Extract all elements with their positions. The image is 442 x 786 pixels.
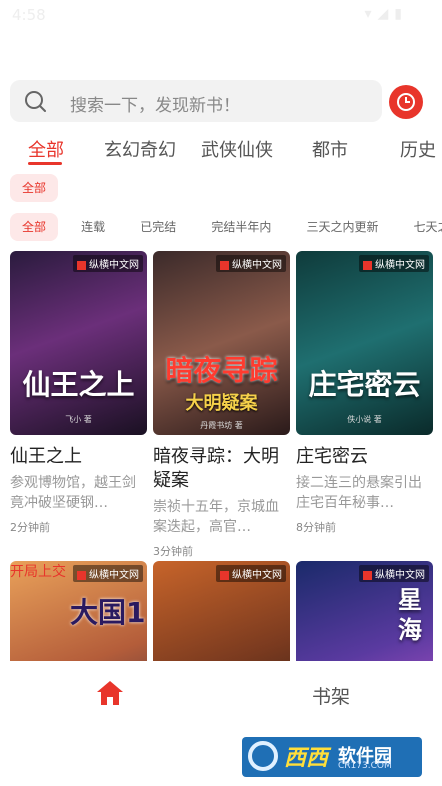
watermark-url: CR173.COM [338,761,392,771]
watermark-logo-icon [248,741,278,771]
search-placeholder: 搜索一下，发现新书！ [70,96,240,116]
book-card[interactable]: 纵横中文网 [153,561,290,661]
filter-chip-completed-half-year[interactable]: 完结半年内 [199,213,283,241]
home-icon[interactable] [96,680,124,706]
watermark-brand: 西西 [284,746,329,771]
cover-author: 飞小 著 [65,415,92,424]
filter-row-status: 全部 连载 已完结 完结半年内 三天之内更新 七天之内更新 [10,213,442,243]
tab-fantasy[interactable]: 玄幻奇幻 [104,136,176,162]
tab-wuxia[interactable]: 武侠仙侠 [201,136,273,162]
publisher-logo-icon [77,260,86,270]
search-bar[interactable]: 搜索一下，发现新书！ [10,80,382,122]
publisher-badge: 纵横中文网 [359,565,429,582]
status-bar: 4:58 ▾◢▮ [0,0,442,30]
status-time: 4:58 [12,6,46,24]
book-cover: 纵横中文网 仙王之上 飞小 著 [10,251,147,435]
book-card[interactable]: 纵横中文网 庄宅密云 佚小说 著 庄宅密云 接二连三的悬案引出庄宅百年秘事… 8… [296,251,433,535]
filter-chip-serializing[interactable]: 连载 [69,213,117,241]
publisher-logo-icon [363,570,372,580]
reading-history-button[interactable] [389,85,423,119]
publisher-logo-icon [220,260,229,270]
cover-title: 星海 [398,586,422,644]
filter-chip-updated-3-days[interactable]: 三天之内更新 [294,213,390,241]
book-title: 暗夜寻踪：大明疑案 [153,446,279,491]
clock-icon [397,93,415,111]
site-watermark: 西西 软件园 CR173.COM [242,737,422,777]
book-description: 崇祯十五年，京城血案迭起，高官… [153,499,279,535]
publisher-badge: 纵横中文网 [216,565,286,582]
book-description: 接二连三的悬案引出庄宅百年秘事… [296,475,422,511]
book-card[interactable]: 纵横中文网 仙王之上 飞小 著 仙王之上 参观博物馆，越王剑竟冲破坚硬钢… 2分… [10,251,147,535]
publisher-badge: 纵横中文网 [359,255,429,272]
book-description: 参观博物馆，越王剑竟冲破坚硬钢… [10,475,136,511]
filter-row-gender: 全部 [10,174,59,202]
book-card[interactable]: 纵横中文网 大国1 开局上交 [10,561,147,661]
book-update-time: 2分钟前 [10,521,50,534]
nav-bookshelf[interactable]: 书架 [312,682,350,709]
tab-history[interactable]: 历史 [400,136,436,162]
publisher-badge: 纵横中文网 [73,255,143,272]
book-cover: 纵横中文网 庄宅密云 佚小说 著 [296,251,433,435]
book-update-time: 3分钟前 [153,545,193,558]
publisher-badge: 纵横中文网 [216,255,286,272]
cover-author: 丹霞书坊 著 [200,421,243,430]
book-title: 仙王之上 [10,446,82,467]
filter-chip-all[interactable]: 全部 [10,174,59,202]
book-card[interactable]: 纵横中文网 星海 [296,561,433,661]
cover-title: 仙王之上 [22,368,135,401]
cover-author: 佚小说 著 [347,415,382,424]
publisher-logo-icon [77,570,86,580]
cover-title: 大国1 [70,596,146,629]
cover-subtitle: 大明疑案 [185,393,258,414]
book-cover: 纵横中文网 [153,561,290,661]
book-cover: 纵横中文网 大国1 开局上交 [10,561,147,661]
category-tabs: 全部 玄幻奇幻 武侠仙侠 都市 历史 [0,134,442,170]
search-icon [25,91,46,112]
filter-chip-updated-7-days[interactable]: 七天之内更新 [402,213,442,241]
tab-all[interactable]: 全部 [28,136,64,162]
book-grid: 纵横中文网 仙王之上 飞小 著 仙王之上 参观博物馆，越王剑竟冲破坚硬钢… 2分… [10,251,442,661]
filter-chip-completed[interactable]: 已完结 [128,213,188,241]
filter-chip-all[interactable]: 全部 [10,213,59,241]
publisher-badge: 纵横中文网 [73,565,143,582]
book-cover: 纵横中文网 暗夜寻踪 大明疑案 丹霞书坊 著 [153,251,290,435]
book-update-time: 8分钟前 [296,521,336,534]
book-title: 庄宅密云 [296,446,368,467]
cover-title: 庄宅密云 [308,368,421,401]
system-icons: ▾◢▮ [364,6,408,22]
book-cover: 纵横中文网 星海 [296,561,433,661]
publisher-logo-icon [363,260,372,270]
bottom-navigation [0,662,442,726]
book-card[interactable]: 纵横中文网 暗夜寻踪 大明疑案 丹霞书坊 著 暗夜寻踪：大明疑案 崇祯十五年，京… [153,251,290,559]
active-tab-indicator [28,162,62,165]
cover-title: 暗夜寻踪 [165,354,278,387]
publisher-logo-icon [220,570,229,580]
tab-urban[interactable]: 都市 [312,136,348,162]
